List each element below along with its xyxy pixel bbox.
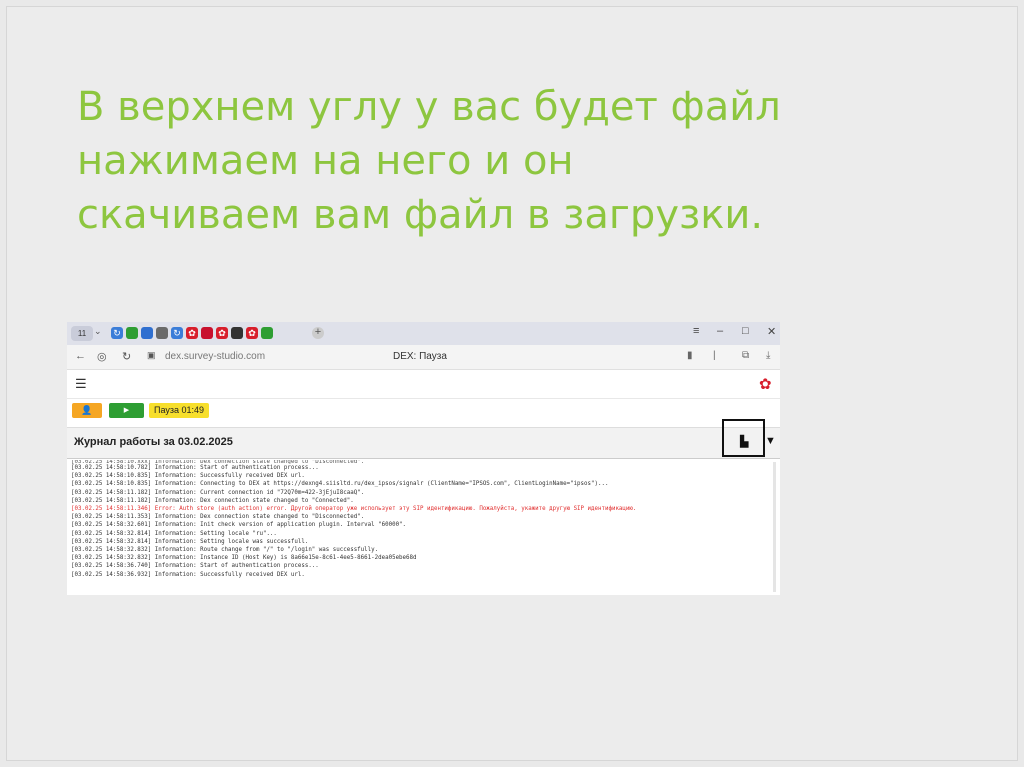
browser-tab-bar: 11 ⌄ ↻ ↻ ✿ ✿ ✿ + ≡ – □ ✕: [67, 322, 780, 345]
log-line: [03.02.25 14:58:11.182] Information: Dex…: [71, 497, 354, 504]
app-logo-icon: ✿: [759, 376, 772, 393]
tab-list-icon[interactable]: ≡: [693, 325, 699, 337]
log-line: [03.02.25 14:58:10.835] Information: Con…: [71, 481, 609, 488]
minimize-icon[interactable]: –: [717, 325, 723, 337]
close-icon[interactable]: ✕: [767, 325, 776, 338]
flower-icon[interactable]: ✿: [246, 327, 258, 339]
blue-square-icon[interactable]: [141, 327, 153, 339]
log-line: [03.02.25 14:58:32.832] Information: Rou…: [71, 547, 379, 554]
log-line: [03.02.25 14:58:36.932] Information: Suc…: [71, 571, 305, 578]
log-line: [03.02.25 14:58:10.835] Information: Suc…: [71, 473, 305, 480]
menu-icon[interactable]: ☰: [75, 376, 87, 392]
app-toolbar: ☰ ✿: [67, 370, 780, 399]
circle-arrow-icon[interactable]: ↻: [171, 327, 183, 339]
slide-title: В верхнем углу у вас будет файл нажимаем…: [77, 84, 781, 238]
flag-icon[interactable]: [201, 327, 213, 339]
log-line: [03.02.25 14:58:11.346] Error: Auth stor…: [71, 506, 637, 513]
journal-log: [03.02.25 14:58:10.xxx] Information: Dex…: [71, 460, 771, 595]
browser-screenshot: 11 ⌄ ↻ ↻ ✿ ✿ ✿ + ≡ – □ ✕ ← ◎ ↻ ▣ dex.survey-…: [67, 322, 780, 595]
address-bar: ← ◎ ↻ ▣ dex.survey-studio.com DEX: Пауза…: [67, 345, 780, 370]
url-field[interactable]: dex.survey-studio.com: [165, 351, 265, 362]
log-line: [03.02.25 14:58:32.601] Information: Ini…: [71, 522, 407, 529]
tab-counter[interactable]: 11: [71, 326, 93, 341]
log-line: [03.02.25 14:58:32.814] Information: Set…: [71, 530, 277, 537]
call-controls: 👤 ▶ Пауза 01:49: [67, 399, 780, 425]
circle-arrow-icon[interactable]: ↻: [111, 327, 123, 339]
bookmark-icon[interactable]: ▮: [687, 350, 693, 361]
log-line: [03.02.25 14:58:36.740] Information: Sta…: [71, 563, 319, 570]
green-square-icon[interactable]: [126, 327, 138, 339]
dark-circle-icon[interactable]: [231, 327, 243, 339]
app-icon[interactable]: [156, 327, 168, 339]
chevron-down-icon[interactable]: ⌄: [94, 326, 102, 337]
page-title: DEX: Пауза: [393, 351, 447, 362]
site-info-icon[interactable]: ▣: [147, 350, 156, 361]
journal-title: Журнал работы за 03.02.2025: [74, 436, 233, 448]
filter-icon[interactable]: ▼: [765, 435, 776, 447]
green-square-icon[interactable]: [261, 327, 273, 339]
play-button[interactable]: ▶: [109, 403, 144, 418]
log-scrollbar[interactable]: [773, 462, 776, 592]
divider-icon: |: [713, 350, 716, 361]
log-line: [03.02.25 14:58:10.782] Information: Sta…: [71, 465, 319, 471]
refresh-icon[interactable]: ◎: [97, 350, 107, 363]
extensions-icon[interactable]: ⧉: [742, 350, 749, 361]
maximize-icon[interactable]: □: [742, 325, 749, 337]
log-line: [03.02.25 14:58:32.832] Information: Ins…: [71, 555, 417, 562]
highlight-box: [722, 419, 765, 457]
journal-header: Журнал работы за 03.02.2025 ▙ ▼: [67, 427, 780, 459]
log-line: [03.02.25 14:58:11.182] Information: Cur…: [71, 489, 365, 496]
user-button[interactable]: 👤: [72, 403, 102, 418]
flower-icon[interactable]: ✿: [216, 327, 228, 339]
flower-icon[interactable]: ✿: [186, 327, 198, 339]
pause-badge: Пауза 01:49: [149, 403, 210, 418]
download-arrow-icon[interactable]: ⤓: [766, 350, 770, 361]
log-line: [03.02.25 14:58:32.814] Information: Set…: [71, 538, 309, 545]
new-tab-button[interactable]: +: [312, 327, 324, 339]
reload-icon[interactable]: ↻: [122, 350, 131, 363]
tab-strip: ↻ ↻ ✿ ✿ ✿: [111, 327, 273, 339]
back-icon[interactable]: ←: [75, 350, 86, 362]
log-line: [03.02.25 14:58:11.353] Information: Dex…: [71, 514, 365, 521]
